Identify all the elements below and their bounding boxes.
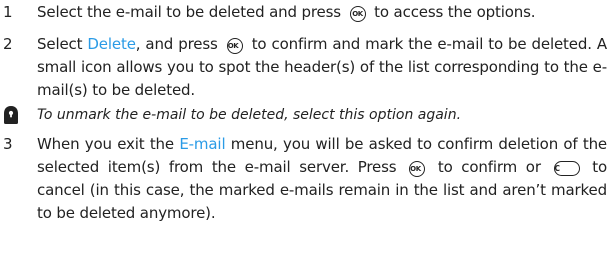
ok-key-icon: OK [226, 38, 243, 54]
step-text: When you exit the E-mail menu, you will … [37, 135, 608, 222]
ok-key-icon: OK [349, 6, 366, 22]
step-number: 2 [3, 35, 13, 53]
note-text: To unmark the e-mail to be deleted, sele… [37, 107, 462, 123]
step-text: Select the e-mail to be deleted and pres… [37, 3, 536, 22]
tip-note: To unmark the e-mail to be deleted, sele… [0, 104, 613, 128]
menu-option-delete: Delete [87, 35, 136, 53]
menu-name-email: E-mail [179, 135, 226, 153]
info-note-icon [4, 106, 18, 124]
step-number: 3 [3, 135, 13, 153]
clear-key-icon: C [553, 161, 580, 176]
manual-page: 1 Select the e-mail to be deleted and pr… [0, 0, 613, 257]
ok-key-icon: OK [409, 161, 426, 177]
step-text: Select Delete, and press OK to confirm a… [37, 35, 607, 99]
step-number: 1 [3, 3, 13, 21]
